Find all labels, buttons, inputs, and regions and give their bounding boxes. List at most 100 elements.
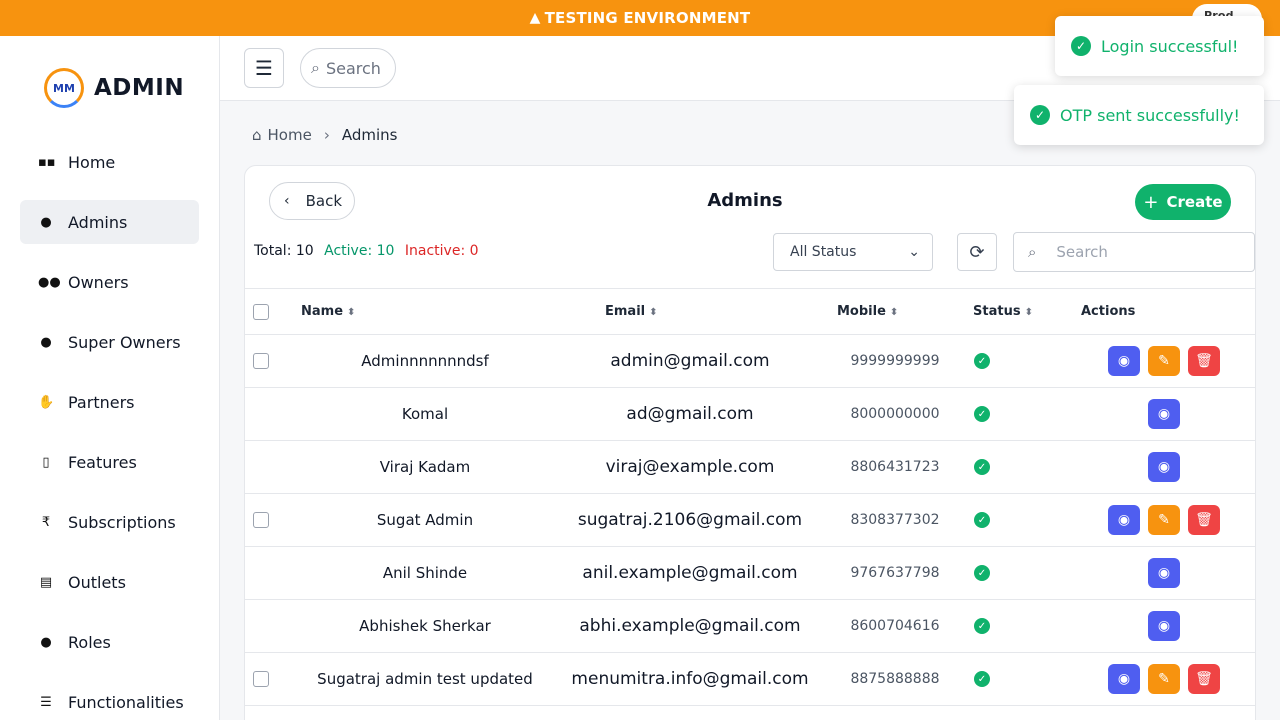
sidebar-item-super-owners[interactable]: ● Super Owners <box>20 320 199 364</box>
row-mobile: 8806431723 <box>825 440 965 494</box>
row-name: Adminnnnnnndsf <box>295 334 555 388</box>
create-button[interactable]: + Create <box>1135 184 1231 220</box>
stats-summary: Total: 10 Active: 10 Inactive: 0 <box>254 243 479 259</box>
sidebar-item-label: Roles <box>68 632 111 652</box>
row-select-cell <box>245 546 295 600</box>
toast-otp-sent[interactable]: ✓ OTP sent successfully! <box>1014 85 1264 145</box>
row-actions: ◉ ✎ 🗑 <box>1071 334 1255 388</box>
sidebar-item-owners[interactable]: ●● Owners <box>20 260 199 304</box>
trash-icon: 🗑 <box>1195 512 1213 528</box>
view-button[interactable]: ◉ <box>1148 399 1180 429</box>
sidebar-item-label: Subscriptions <box>68 512 176 532</box>
view-button[interactable]: ◉ <box>1108 505 1140 535</box>
page-title: Admins <box>707 190 783 211</box>
chevron-right-icon: › <box>323 126 330 144</box>
global-search-placeholder: Search <box>325 58 381 78</box>
row-mobile: 8000000000 <box>825 387 965 441</box>
row-mobile: 9999999999 <box>825 334 965 388</box>
sidebar-item-roles[interactable]: ● Roles <box>20 620 199 664</box>
eye-icon: ◉ <box>1157 618 1171 634</box>
row-status: ✓ <box>965 387 1071 441</box>
select-all-cell <box>245 288 295 335</box>
list-icon: ☰ <box>40 694 52 710</box>
global-search-input[interactable]: ⌕ Search <box>300 48 396 88</box>
row-email: admin@gmail.com <box>555 334 825 388</box>
check-circle-icon: ✓ <box>1030 105 1050 125</box>
sort-icon: ⬍ <box>649 307 658 318</box>
edit-button[interactable]: ✎ <box>1148 346 1180 376</box>
row-name: Komal <box>295 387 555 441</box>
row-select-cell <box>245 652 295 706</box>
breadcrumb-home[interactable]: Home <box>268 126 312 144</box>
grid-icon: ▪▪ <box>38 154 56 170</box>
delete-button[interactable]: 🗑 <box>1188 664 1220 694</box>
environment-label: TESTING ENVIRONMENT <box>544 9 751 27</box>
delete-button[interactable]: 🗑 <box>1188 346 1220 376</box>
row-mobile: 8600704616 <box>825 599 965 653</box>
row-email: abhi.example@gmail.com <box>555 599 825 653</box>
sidebar-item-label: Outlets <box>68 572 126 592</box>
row-select-cell <box>245 334 295 388</box>
header-name[interactable]: Name ⬍ <box>295 288 555 335</box>
view-button[interactable]: ◉ <box>1108 664 1140 694</box>
row-email: anil.example@gmail.com <box>555 546 825 600</box>
edit-icon: ✎ <box>1158 671 1170 687</box>
eye-icon: ◉ <box>1157 565 1171 581</box>
refresh-icon: ⟳ <box>969 241 985 263</box>
edit-button[interactable]: ✎ <box>1148 664 1180 694</box>
table-search-input[interactable]: ⌕ Search <box>1013 232 1255 272</box>
view-button[interactable]: ◉ <box>1148 611 1180 641</box>
check-circle-icon: ✓ <box>1071 36 1091 56</box>
brand[interactable]: MM ADMIN <box>0 36 219 140</box>
sidebar-item-admins[interactable]: ● Admins <box>20 200 199 244</box>
sidebar-item-label: Owners <box>68 272 129 292</box>
edit-icon: ✎ <box>1158 512 1170 528</box>
chevron-down-icon: ⌄ <box>908 244 920 260</box>
sidebar-item-partners[interactable]: ✋ Partners <box>20 380 199 424</box>
row-select-cell <box>245 599 295 653</box>
eye-icon: ◉ <box>1117 671 1131 687</box>
table-row: Adminnnnnnndsf admin@gmail.com 9999999999 ✓… <box>245 334 1255 388</box>
row-email: viraj@example.com <box>555 440 825 494</box>
sidebar-item-subscriptions[interactable]: ₹ Subscriptions <box>20 500 199 544</box>
toast-login-success[interactable]: ✓ Login successful! <box>1055 16 1264 76</box>
select-all-checkbox[interactable] <box>253 303 269 320</box>
delete-button[interactable]: 🗑 <box>1188 505 1220 535</box>
sidebar-item-features[interactable]: ▯ Features <box>20 440 199 484</box>
row-checkbox[interactable] <box>253 671 269 687</box>
sidebar-item-outlets[interactable]: ▤ Outlets <box>20 560 199 604</box>
handshake-icon: ✋ <box>38 394 55 410</box>
header-mobile[interactable]: Mobile ⬍ <box>825 288 965 335</box>
table-search-placeholder: Search <box>1056 243 1108 261</box>
table-header-row: Name ⬍ Email ⬍ Mobile ⬍ Status ⬍ Actions <box>245 288 1255 335</box>
sidebar-item-functionalities[interactable]: ☰ Functionalities <box>20 680 199 720</box>
sidebar-item-home[interactable]: ▪▪ Home <box>20 140 199 184</box>
brand-name: ADMIN <box>94 75 185 101</box>
row-checkbox[interactable] <box>253 353 269 369</box>
row-actions: ◉ <box>1071 546 1255 600</box>
row-mobile: 9767637798 <box>825 546 965 600</box>
view-button[interactable]: ◉ <box>1148 452 1180 482</box>
toast-message: OTP sent successfully! <box>1060 105 1240 125</box>
row-status: ✓ <box>965 599 1071 653</box>
view-button[interactable]: ◉ <box>1148 558 1180 588</box>
check-circle-icon: ✓ <box>974 406 990 422</box>
sidebar-item-label: Super Owners <box>68 332 181 352</box>
menu-toggle-button[interactable]: ☰ <box>244 48 284 88</box>
refresh-button[interactable]: ⟳ <box>957 233 997 271</box>
table-row: Sugatraj admin test updated menumitra.inf… <box>245 652 1255 706</box>
header-email[interactable]: Email ⬍ <box>555 288 825 335</box>
row-checkbox[interactable] <box>253 512 269 528</box>
trash-icon: 🗑 <box>1195 353 1213 369</box>
row-email: menumitra.info@gmail.com <box>555 652 825 706</box>
mobile-icon: ▯ <box>42 454 50 470</box>
row-select-cell <box>245 493 295 547</box>
status-filter-select[interactable]: All Status ⌄ <box>773 233 933 271</box>
view-button[interactable]: ◉ <box>1108 346 1140 376</box>
home-icon: ⌂ <box>252 126 262 144</box>
header-status[interactable]: Status ⬍ <box>965 288 1071 335</box>
row-status: ✓ <box>965 652 1071 706</box>
check-circle-icon: ✓ <box>974 353 990 369</box>
edit-button[interactable]: ✎ <box>1148 505 1180 535</box>
user-gear-icon: ● <box>40 334 52 350</box>
